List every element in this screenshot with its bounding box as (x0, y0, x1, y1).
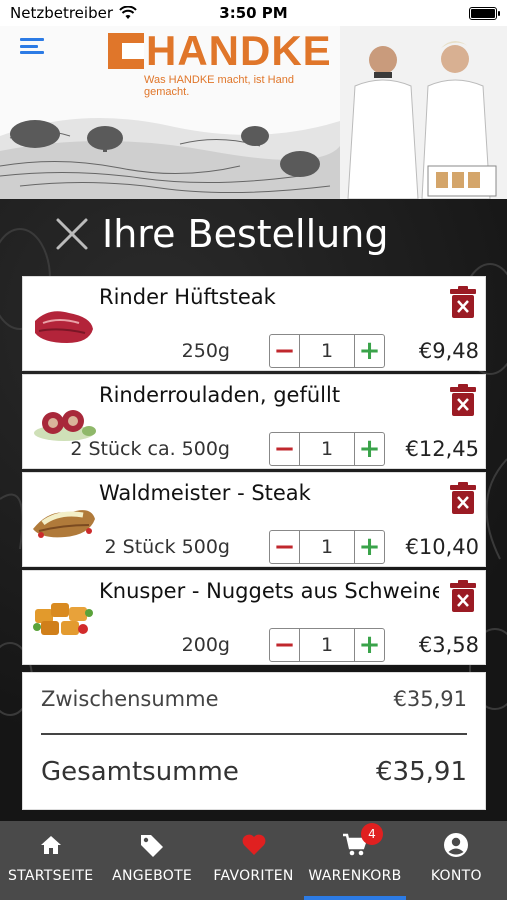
carrier-label: Netzbetreiber (10, 4, 113, 22)
nav-label: STARTSEITE (7, 868, 94, 884)
decrease-quantity-button[interactable]: − (270, 335, 300, 367)
item-weight: 250g (181, 340, 230, 362)
nav-item-startseite[interactable]: STARTSEITE (0, 821, 101, 900)
cart-count-badge: 4 (360, 823, 383, 845)
item-name: Knusper - Nuggets aus Schweinefleisch (99, 579, 439, 603)
bottom-navigation: STARTSEITE ANGEBOTE FAVORITEN 4 WARENKOR… (0, 821, 507, 900)
logo-text: HANDKE (146, 27, 332, 74)
item-weight: 2 Stück ca. 500g (70, 438, 230, 460)
item-weight: 200g (181, 634, 230, 656)
trash-icon[interactable] (449, 285, 477, 319)
item-price: €12,45 (405, 437, 479, 461)
nav-item-favoriten[interactable]: FAVORITEN (203, 821, 304, 900)
cart-icon: 4 (341, 823, 383, 859)
quantity-value[interactable]: 1 (300, 335, 354, 367)
subtotal-label: Zwischensumme (41, 687, 219, 711)
total-label: Gesamtsumme (41, 757, 239, 787)
decrease-quantity-button[interactable]: − (270, 629, 300, 661)
subtotal-value: €35,91 (393, 687, 467, 711)
order-totals: Zwischensumme €35,91 Gesamtsumme €35,91 (22, 672, 486, 810)
logo-mark-icon (108, 33, 144, 69)
quantity-stepper: − 1 + (269, 432, 385, 466)
increase-quantity-button[interactable]: + (354, 433, 384, 465)
item-name: Rinderrouladen, gefüllt (99, 383, 341, 407)
nuggets-product-image (33, 603, 93, 635)
increase-quantity-button[interactable]: + (354, 335, 384, 367)
nav-item-warenkorb[interactable]: 4 WARENKORB (304, 821, 407, 900)
tag-icon (138, 831, 166, 859)
item-name: Rinder Hüftsteak (99, 285, 276, 309)
cart-item: Knusper - Nuggets aus Schweinefleisch 20… (22, 570, 486, 665)
page-title: Ihre Bestellung (102, 212, 389, 256)
nav-label: KONTO (430, 868, 482, 884)
totals-divider (41, 733, 467, 735)
cutlery-icon (56, 218, 88, 250)
menu-button[interactable] (20, 36, 46, 56)
total-value: €35,91 (376, 757, 467, 787)
nav-item-konto[interactable]: KONTO (406, 821, 507, 900)
status-left: Netzbetreiber (10, 4, 137, 22)
quantity-stepper: − 1 + (269, 334, 385, 368)
cart-item: Rinderrouladen, gefüllt 2 Stück ca. 500g… (22, 374, 486, 469)
quantity-value[interactable]: 1 (300, 433, 354, 465)
item-price: €10,40 (405, 535, 479, 559)
handke-logo: HANDKE Was HANDKE macht, ist Hand gemach… (108, 27, 338, 98)
nav-label: FAVORITEN (213, 868, 294, 884)
cart-item: Rinder Hüftsteak 250g − 1 + €9,48 (22, 276, 486, 371)
trash-icon[interactable] (449, 481, 477, 515)
wifi-icon (119, 6, 137, 19)
quantity-stepper: − 1 + (269, 530, 385, 564)
status-bar: Netzbetreiber 3:50 PM (0, 0, 507, 26)
battery-icon (469, 6, 500, 20)
cart-item: Waldmeister - Steak 2 Stück 500g − 1 + €… (22, 472, 486, 567)
item-price: €9,48 (418, 339, 479, 363)
item-weight: 2 Stück 500g (104, 536, 231, 558)
quantity-value[interactable]: 1 (300, 531, 354, 563)
heart-icon (240, 831, 268, 859)
nav-label: ANGEBOTE (112, 868, 193, 884)
nav-label: WARENKORB (308, 868, 402, 884)
quantity-stepper: − 1 + (269, 628, 385, 662)
logo-tagline: Was HANDKE macht, ist Hand gemacht. (144, 74, 294, 98)
increase-quantity-button[interactable]: + (354, 531, 384, 563)
title-row: Ihre Bestellung (52, 212, 388, 256)
cart-list: Rinder Hüftsteak 250g − 1 + €9,48 Rinder… (22, 276, 486, 668)
quantity-value[interactable]: 1 (300, 629, 354, 661)
increase-quantity-button[interactable]: + (354, 629, 384, 661)
account-icon (442, 831, 470, 859)
item-price: €3,58 (418, 633, 479, 657)
header-banner: HANDKE Was HANDKE macht, ist Hand gemach… (0, 26, 507, 199)
nav-item-angebote[interactable]: ANGEBOTE (101, 821, 202, 900)
decrease-quantity-button[interactable]: − (270, 433, 300, 465)
waldmeister-steak-product-image (33, 510, 95, 538)
item-name: Waldmeister - Steak (99, 481, 311, 505)
home-icon (37, 831, 65, 859)
trash-icon[interactable] (449, 579, 477, 613)
decrease-quantity-button[interactable]: − (270, 531, 300, 563)
steak-product-image (35, 311, 93, 343)
chefs-photo (340, 26, 507, 199)
trash-icon[interactable] (449, 383, 477, 417)
